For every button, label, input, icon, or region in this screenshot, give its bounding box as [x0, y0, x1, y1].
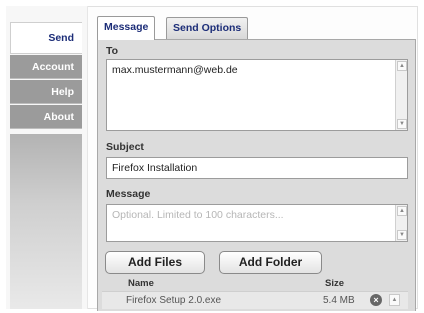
- message-panel: To max.mustermann@web.de ▲ ▼ Subject Fir…: [97, 39, 416, 311]
- arrow-up-icon[interactable]: ▲: [389, 294, 400, 306]
- file-name: Firefox Setup 2.0.exe: [126, 295, 222, 306]
- to-field[interactable]: max.mustermann@web.de ▲ ▼: [106, 59, 408, 131]
- file-row[interactable]: Firefox Setup 2.0.exe 5.4 MB × ▲: [102, 291, 408, 309]
- sidebar-item-account[interactable]: Account: [10, 55, 82, 79]
- message-field[interactable]: Optional. Limited to 100 characters... ▲…: [106, 204, 408, 242]
- arrow-down-icon[interactable]: ▼: [397, 119, 407, 129]
- arrow-up-icon[interactable]: ▲: [397, 206, 407, 216]
- tab-send-options[interactable]: Send Options: [166, 17, 249, 39]
- subject-field[interactable]: Firefox Installation: [106, 157, 408, 179]
- sidebar-filler: [10, 134, 82, 309]
- to-scrollbar[interactable]: ▲ ▼: [395, 60, 407, 130]
- to-value: max.mustermann@web.de: [112, 64, 238, 76]
- add-files-button[interactable]: Add Files: [105, 251, 205, 274]
- arrow-down-icon[interactable]: ▼: [397, 230, 407, 240]
- sidebar-item-send[interactable]: Send: [10, 22, 82, 54]
- arrow-up-icon[interactable]: ▲: [397, 61, 407, 71]
- remove-circle-icon[interactable]: ×: [370, 294, 382, 306]
- message-label: Message: [106, 188, 151, 200]
- sidebar-item-about[interactable]: About: [10, 105, 82, 129]
- column-header-name: Name: [128, 278, 154, 289]
- file-size: 5.4 MB: [323, 295, 355, 306]
- column-header-size: Size: [325, 278, 345, 289]
- sidebar-item-help[interactable]: Help: [10, 80, 82, 104]
- subject-value: Firefox Installation: [112, 162, 198, 174]
- add-folder-button[interactable]: Add Folder: [219, 251, 322, 274]
- tab-message[interactable]: Message: [97, 16, 156, 40]
- to-label: To: [106, 45, 119, 57]
- message-placeholder: Optional. Limited to 100 characters...: [112, 209, 284, 221]
- message-scrollbar[interactable]: ▲ ▼: [395, 205, 407, 241]
- subject-label: Subject: [106, 141, 144, 153]
